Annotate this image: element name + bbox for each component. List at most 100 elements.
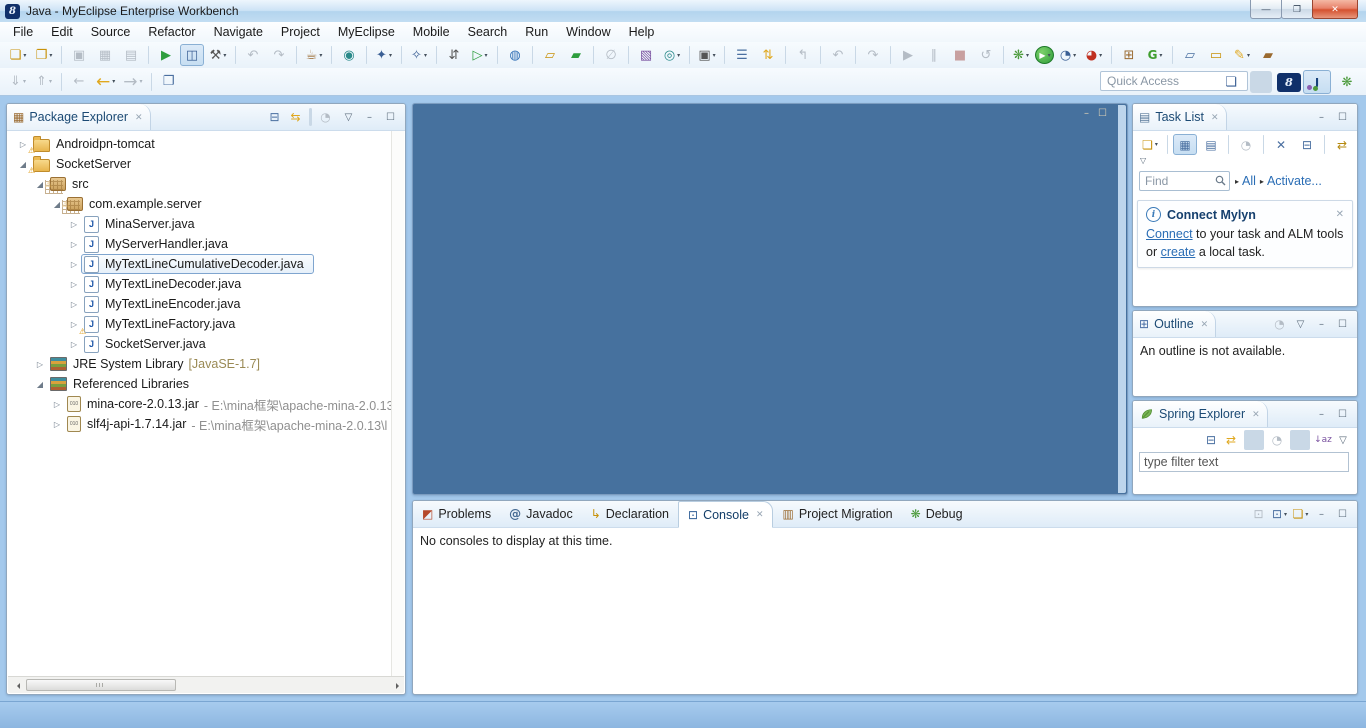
tree-item[interactable]: ▷ SocketServer.java [8,334,391,354]
minimize-icon[interactable]: – [1311,404,1332,425]
restore-button[interactable]: ❐ [1281,0,1313,19]
debug-perspective-icon[interactable]: ❋ [1333,70,1361,94]
tree-item[interactable]: ▷ MinaServer.java [8,214,391,234]
expand-arrow-icon[interactable]: ▷ [67,240,81,249]
clipboard-folder-icon[interactable]: ▭ [1204,44,1228,66]
java-perspective-icon[interactable]: J [1303,70,1331,94]
web-service-icon[interactable]: ◎ [660,44,684,66]
tab-javadoc[interactable]: @ Javadoc [500,501,582,527]
web-browser-icon[interactable]: ◍ [503,44,527,66]
open-resource-icon[interactable]: ▱ [1178,44,1202,66]
menu-edit[interactable]: Edit [42,23,82,41]
run-icon[interactable]: ▶ [1035,46,1054,64]
scroll-left-icon[interactable] [8,677,24,693]
web20-icon[interactable]: ◉ [337,44,361,66]
find-bar-toggle-icon[interactable]: ▽ [1133,155,1357,168]
scrollbar-thumb[interactable] [26,679,176,691]
tasklist-filter-all[interactable]: All [1242,174,1256,188]
last-edit-location-icon[interactable]: ← [67,71,91,93]
close-icon[interactable]: ✕ [135,112,143,123]
new-web-project-icon[interactable]: ❐ [32,44,56,66]
redo-icon[interactable]: ↷ [861,44,885,66]
step-return-icon[interactable]: ↰ [791,44,815,66]
close-icon[interactable]: ✕ [1336,209,1344,220]
tab-outline[interactable]: ⊞ Outline ✕ [1133,311,1217,337]
new-task-icon[interactable]: ❏ [1138,134,1162,155]
maximize-icon[interactable]: ☐ [1332,107,1353,128]
marker-pen-icon[interactable]: ✎ [1230,44,1254,66]
menu-file[interactable]: File [4,23,42,41]
link-with-editor-icon[interactable]: ❐ [157,71,181,93]
view-menu-icon[interactable]: ▽ [338,107,359,128]
pause-icon[interactable]: ∥ [922,44,946,66]
expand-arrow-icon[interactable]: ▷ [67,340,81,349]
tree-item[interactable]: ◢ Referenced Libraries [8,374,391,394]
hide-completed-icon[interactable]: ✕ [1269,134,1293,155]
minimize-icon[interactable]: – [1084,108,1089,119]
tab-task-list[interactable]: ▤ Task List ✕ [1133,104,1227,130]
focus-on-task-icon[interactable]: ◔ [1267,430,1287,450]
tab-spring-explorer[interactable]: Spring Explorer ✕ [1133,401,1268,427]
tree-item[interactable]: ◢ SocketServer [8,154,391,175]
menu-refactor[interactable]: Refactor [139,23,204,41]
tab-project-migration[interactable]: ▥ Project Migration [773,501,901,527]
sort-icon[interactable]: ↓az [1313,430,1333,450]
tree-item[interactable]: ▷ MyTextLineEncoder.java [8,294,391,314]
expand-arrow-icon[interactable]: ▷ [50,420,64,429]
tree-item[interactable]: ▷ MyServerHandler.java [8,234,391,254]
deploy-device-icon[interactable]: ◫ [180,44,204,66]
mylyn-text-segment[interactable]: Connect [1146,227,1193,241]
run-history-icon[interactable]: ◔ [1056,44,1080,66]
menu-source[interactable]: Source [82,23,140,41]
expand-arrow-icon[interactable]: ▷ [67,300,81,309]
tab-console[interactable]: ⊡ Console ✕ [678,501,774,528]
tree-item[interactable]: ▷ mina-core-2.0.13.jar - E:\mina框架\apach… [8,394,391,414]
minimize-button[interactable]: — [1250,0,1282,19]
undo-icon[interactable]: ↶ [826,44,850,66]
show-tasks-icon[interactable]: ☰ [730,44,754,66]
myeclipse-perspective-icon[interactable]: 8 [1277,72,1301,92]
scroll-right-icon[interactable] [388,677,404,693]
tree-item[interactable]: ◢ com.example.server [8,194,391,214]
vertical-scrollbar[interactable] [391,131,404,676]
expand-arrow-icon[interactable]: ▷ [33,360,47,369]
minimize-icon[interactable]: – [1311,504,1332,525]
myeclipse-deploy-wizard-icon[interactable]: ✧ [407,44,431,66]
maximize-icon[interactable]: ☐ [1098,108,1107,119]
display-console-icon[interactable]: ⊡ [1269,504,1290,525]
mylyn-text-segment[interactable]: create [1161,245,1196,259]
open-type-icon[interactable]: ▰ [1256,44,1280,66]
minimize-icon[interactable]: – [359,107,380,128]
tab-problems[interactable]: ◩ Problems [413,501,500,527]
maximize-icon[interactable]: ☐ [1332,404,1353,425]
menu-search[interactable]: Search [459,23,517,41]
menu-window[interactable]: Window [557,23,619,41]
menu-navigate[interactable]: Navigate [205,23,272,41]
horizontal-scrollbar[interactable] [8,676,404,693]
tree-item[interactable]: ▷ MyTextLineDecoder.java [8,274,391,294]
close-icon[interactable]: ✕ [756,509,764,520]
sync-folder-icon[interactable]: ▰ [564,44,588,66]
focus-on-task-icon[interactable]: ◔ [315,107,336,128]
collapse-all-icon[interactable]: ⊟ [264,107,285,128]
scheduled-view-icon[interactable]: ▤ [1199,134,1223,155]
jar-sync-icon[interactable]: ⇵ [442,44,466,66]
tree-item[interactable]: ◢ src [8,174,391,194]
save-icon[interactable]: ▣ [67,44,91,66]
debug-icon[interactable]: ❋ [1009,44,1033,66]
pin-console-icon[interactable]: ⊡ [1248,504,1269,525]
tab-debug[interactable]: ❋ Debug [902,501,972,527]
categorized-view-icon[interactable]: ▦ [1173,134,1197,155]
expand-arrow-icon[interactable]: ▸ [1260,177,1264,186]
generate-icon[interactable]: G [1143,44,1167,66]
resume-icon[interactable]: ▶ [896,44,920,66]
close-icon[interactable]: ✕ [1211,112,1219,123]
toggle-sort-icon[interactable]: ⇅ [756,44,780,66]
profile-icon[interactable]: ◕ [1082,44,1106,66]
close-icon[interactable]: ✕ [1252,409,1260,420]
collapse-all-icon[interactable]: ⊟ [1295,134,1319,155]
commit-icon[interactable]: ⇓ [6,71,30,93]
synchronize-icon[interactable]: ⇄ [1330,134,1354,155]
new-report-icon[interactable]: ▧ [634,44,658,66]
tab-package-explorer[interactable]: ▦ Package Explorer ✕ [7,104,151,130]
